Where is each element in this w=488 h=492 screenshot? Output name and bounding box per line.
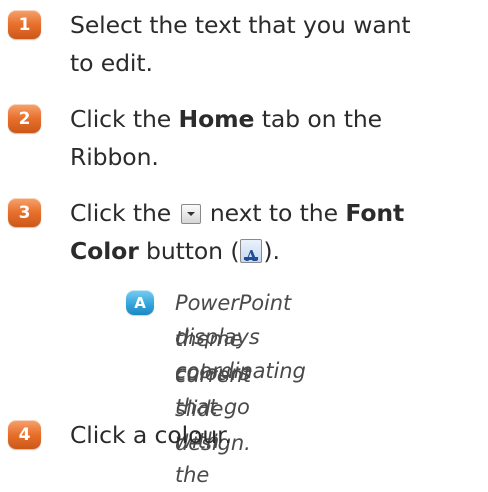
- step-2-badge: 2: [8, 104, 41, 133]
- callout-a-badge: A: [126, 290, 154, 315]
- step-3-text-color: Color: [70, 237, 139, 265]
- step-3-text-pre: Click the: [70, 199, 179, 227]
- step-4-line-1: Click a colour.: [70, 421, 232, 449]
- instruction-page: 1 Select the text that you want to edit.…: [0, 0, 488, 487]
- step-1-badge: 1: [8, 10, 41, 39]
- step-3-line-2: Color button ( A).: [70, 234, 280, 268]
- step-3-badge: 3: [8, 198, 41, 227]
- step-3-text-button: button (: [138, 237, 240, 265]
- step-3-text-mid: next to the: [202, 199, 346, 227]
- step-3-line-1: Click the next to the Font: [70, 196, 404, 230]
- step-1-line-2: to edit.: [70, 49, 153, 77]
- dropdown-arrow-icon: [180, 204, 201, 224]
- step-1-line-1: Select the text that you want: [70, 11, 411, 39]
- step-2-line-1: Click the Home tab on the: [70, 102, 382, 136]
- step-3-text-font: Font: [345, 199, 405, 227]
- font-color-icon: A: [240, 239, 263, 265]
- font-color-bar: [244, 257, 259, 260]
- font-color-glyph: A: [245, 247, 258, 265]
- step-4-badge: 4: [8, 420, 41, 449]
- step-3-text-end: ).: [263, 237, 280, 265]
- step-2-line-2: Ribbon.: [70, 143, 159, 171]
- step-2-text-pre: Click the: [70, 105, 179, 133]
- step-2-text-post: tab on the: [254, 105, 383, 133]
- step-2-text-home: Home: [178, 105, 255, 133]
